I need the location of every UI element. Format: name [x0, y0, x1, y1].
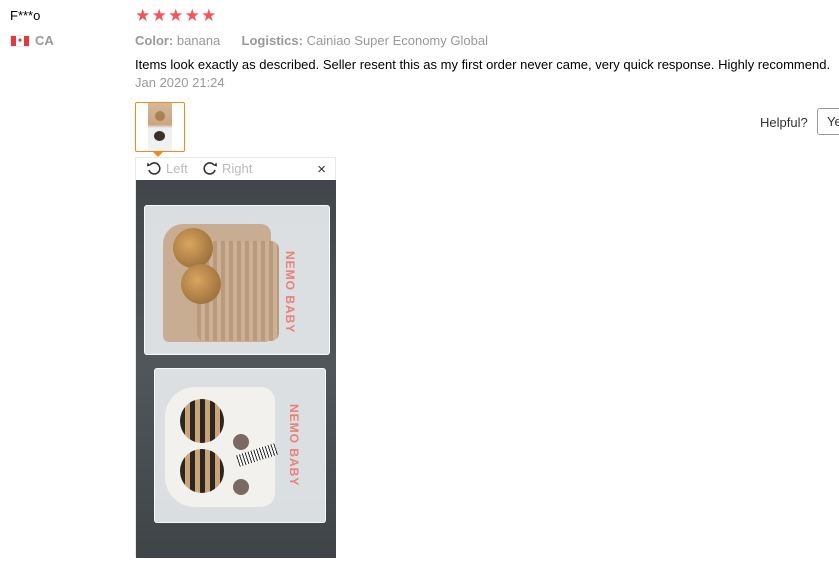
star-icon: ★ [184, 6, 200, 25]
helpful-label: Helpful? [760, 115, 808, 130]
photo-viewer-toolbar: Left Right × [136, 158, 335, 180]
bag-brand-text: NEMO BABY [287, 404, 301, 487]
star-icon: ★ [168, 6, 184, 25]
rotate-right-label: Right [222, 160, 253, 176]
reviewer-country: ✦ CA [10, 33, 54, 48]
color-label: Color: [135, 33, 174, 48]
review-photo-large: NEMO BABY NEMO BABY [136, 180, 336, 558]
rotate-left-icon [147, 162, 161, 175]
logistics-value: Cainiao Super Economy Global [306, 33, 488, 48]
helpful-yes-button[interactable]: Yes [817, 108, 839, 135]
rotate-left-label: Left [166, 160, 188, 176]
order-attributes: Color: banana Logistics: Cainiao Super E… [135, 33, 488, 48]
logistics-label: Logistics: [241, 33, 303, 48]
photo-viewer: Left Right × NEMO BABY NEMO BABY [135, 157, 336, 558]
color-value: banana [176, 33, 221, 48]
country-code: CA [35, 33, 54, 48]
rotate-left-button[interactable]: Left [146, 160, 188, 176]
review-date: Jan 2020 21:24 [135, 75, 225, 90]
close-icon[interactable]: × [317, 161, 326, 178]
canada-flag-icon: ✦ [10, 34, 30, 47]
rotate-right-button[interactable]: Right [202, 160, 252, 176]
review-photo-thumbnail[interactable] [135, 102, 185, 152]
review-text: Items look exactly as described. Seller … [135, 57, 831, 72]
star-icon: ★ [151, 6, 167, 25]
star-icon: ★ [135, 6, 151, 25]
star-icon: ★ [201, 6, 217, 25]
bag-brand-text: NEMO BABY [283, 251, 297, 334]
product-bag-bottom: NEMO BABY [154, 368, 326, 523]
reviewer-name: F***o [10, 8, 41, 23]
star-rating: ★ ★ ★ ★ ★ [135, 6, 217, 26]
thumbnail-image [148, 103, 172, 151]
product-bag-top: NEMO BABY [144, 205, 330, 355]
rotate-right-icon [203, 162, 217, 175]
